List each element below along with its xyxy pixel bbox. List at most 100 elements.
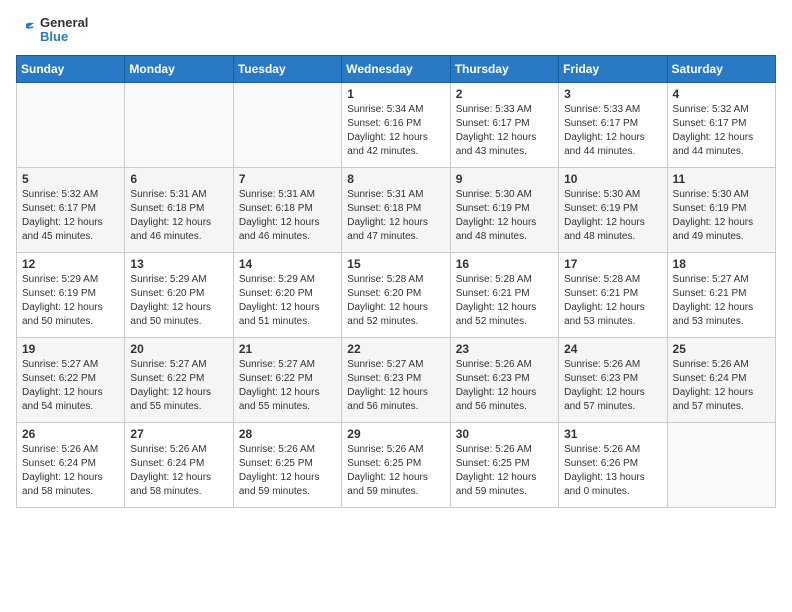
day-info: Sunrise: 5:33 AM Sunset: 6:17 PM Dayligh… (456, 103, 553, 159)
calendar-cell: 28Sunrise: 5:26 AM Sunset: 6:25 PM Dayli… (233, 422, 341, 507)
day-info: Sunrise: 5:34 AM Sunset: 6:16 PM Dayligh… (347, 103, 444, 159)
day-number: 8 (347, 172, 444, 186)
calendar-cell: 1 Sunrise: 5:34 AM Sunset: 6:16 PM Daylig… (342, 82, 450, 167)
calendar-cell: 11 Sunrise: 5:30 AM Sunset: 6:19 PM Dayli… (667, 167, 775, 252)
calendar-week-5: 26 Sunrise: 5:26 AM Sunset: 6:24 PM Dayli… (17, 422, 776, 507)
calendar-header-sunday: Sunday (17, 55, 125, 82)
calendar-cell (17, 82, 125, 167)
day-info: Sunrise: 5:26 AM Sunset: 6:25 PM Dayligh… (347, 443, 444, 499)
calendar-cell: 19Sunrise: 5:27 AM Sunset: 6:22 PM Dayli… (17, 337, 125, 422)
calendar-cell (125, 82, 233, 167)
calendar-cell: 9 Sunrise: 5:30 AM Sunset: 6:19 PM Daylig… (450, 167, 558, 252)
day-number: 22 (347, 342, 444, 356)
day-info: Sunrise: 5:28 AM Sunset: 6:20 PM Dayligh… (347, 273, 444, 329)
day-number: 17 (564, 257, 661, 271)
day-info: Sunrise: 5:29 AM Sunset: 6:19 PM Dayligh… (22, 273, 119, 329)
day-number: 4 (673, 87, 770, 101)
day-number: 20 (130, 342, 227, 356)
calendar-cell: 13Sunrise: 5:29 AM Sunset: 6:20 PM Dayli… (125, 252, 233, 337)
calendar-cell: 5 Sunrise: 5:32 AM Sunset: 6:17 PM Daylig… (17, 167, 125, 252)
day-info: Sunrise: 5:26 AM Sunset: 6:24 PM Dayligh… (673, 358, 770, 414)
day-number: 3 (564, 87, 661, 101)
calendar-cell: 27 Sunrise: 5:26 AM Sunset: 6:24 PM Dayli… (125, 422, 233, 507)
calendar-cell (667, 422, 775, 507)
day-number: 2 (456, 87, 553, 101)
calendar-header-monday: Monday (125, 55, 233, 82)
calendar-header-friday: Friday (559, 55, 667, 82)
calendar-cell: 10Sunrise: 5:30 AM Sunset: 6:19 PM Dayli… (559, 167, 667, 252)
day-number: 5 (22, 172, 119, 186)
logo-bird-icon (16, 20, 36, 40)
day-info: Sunrise: 5:26 AM Sunset: 6:23 PM Dayligh… (456, 358, 553, 414)
calendar-week-4: 19 Sunrise: 5:27 AM Sunset: 6:22 PM Dayli… (17, 337, 776, 422)
day-info: Sunrise: 5:26 AM Sunset: 6:24 PM Dayligh… (22, 443, 119, 499)
calendar-cell: 21 Sunrise: 5:27 AM Sunset: 6:22 PM Dayli… (233, 337, 341, 422)
day-number: 25 (673, 342, 770, 356)
calendar-cell: 20 Sunrise: 5:27 AM Sunset: 6:22 PM Dayli… (125, 337, 233, 422)
calendar-header-tuesday: Tuesday (233, 55, 341, 82)
day-number: 27 (130, 427, 227, 441)
day-number: 9 (456, 172, 553, 186)
day-info: Sunrise: 5:31 AM Sunset: 6:18 PM Dayligh… (239, 188, 336, 244)
day-info: Sunrise: 5:32 AM Sunset: 6:17 PM Dayligh… (22, 188, 119, 244)
calendar-cell: 31 Sunrise: 5:26 AM Sunset: 6:26 PM Dayli… (559, 422, 667, 507)
day-number: 6 (130, 172, 227, 186)
day-number: 24 (564, 342, 661, 356)
day-info: Sunrise: 5:29 AM Sunset: 6:20 PM Dayligh… (130, 273, 227, 329)
day-info: Sunrise: 5:27 AM Sunset: 6:23 PM Dayligh… (347, 358, 444, 414)
day-number: 1 (347, 87, 444, 101)
day-info: Sunrise: 5:32 AM Sunset: 6:17 PM Dayligh… (673, 103, 770, 159)
calendar-cell: 14 Sunrise: 5:29 AM Sunset: 6:20 PM Dayli… (233, 252, 341, 337)
calendar-cell: 29Sunrise: 5:26 AM Sunset: 6:25 PM Dayli… (342, 422, 450, 507)
day-number: 12 (22, 257, 119, 271)
day-info: Sunrise: 5:26 AM Sunset: 6:26 PM Dayligh… (564, 443, 661, 499)
day-info: Sunrise: 5:31 AM Sunset: 6:18 PM Dayligh… (347, 188, 444, 244)
day-info: Sunrise: 5:29 AM Sunset: 6:20 PM Dayligh… (239, 273, 336, 329)
day-info: Sunrise: 5:26 AM Sunset: 6:25 PM Dayligh… (239, 443, 336, 499)
day-number: 15 (347, 257, 444, 271)
calendar-cell: 7Sunrise: 5:31 AM Sunset: 6:18 PM Daylig… (233, 167, 341, 252)
calendar-week-1: 1 Sunrise: 5:34 AM Sunset: 6:16 PM Daylig… (17, 82, 776, 167)
calendar-cell (233, 82, 341, 167)
day-info: Sunrise: 5:30 AM Sunset: 6:19 PM Dayligh… (673, 188, 770, 244)
calendar-cell: 2 Sunrise: 5:33 AM Sunset: 6:17 PM Daylig… (450, 82, 558, 167)
calendar-header-saturday: Saturday (667, 55, 775, 82)
day-info: Sunrise: 5:26 AM Sunset: 6:25 PM Dayligh… (456, 443, 553, 499)
calendar-cell: 18Sunrise: 5:27 AM Sunset: 6:21 PM Dayli… (667, 252, 775, 337)
day-info: Sunrise: 5:27 AM Sunset: 6:21 PM Dayligh… (673, 273, 770, 329)
page-header: General Blue (16, 16, 776, 45)
calendar-cell: 17 Sunrise: 5:28 AM Sunset: 6:21 PM Dayli… (559, 252, 667, 337)
calendar-cell: 15 Sunrise: 5:28 AM Sunset: 6:20 PM Dayli… (342, 252, 450, 337)
day-info: Sunrise: 5:30 AM Sunset: 6:19 PM Dayligh… (564, 188, 661, 244)
day-info: Sunrise: 5:27 AM Sunset: 6:22 PM Dayligh… (130, 358, 227, 414)
day-info: Sunrise: 5:26 AM Sunset: 6:24 PM Dayligh… (130, 443, 227, 499)
day-number: 31 (564, 427, 661, 441)
calendar-cell: 4 Sunrise: 5:32 AM Sunset: 6:17 PM Daylig… (667, 82, 775, 167)
day-number: 19 (22, 342, 119, 356)
calendar-cell: 24 Sunrise: 5:26 AM Sunset: 6:23 PM Dayli… (559, 337, 667, 422)
calendar-cell: 26 Sunrise: 5:26 AM Sunset: 6:24 PM Dayli… (17, 422, 125, 507)
day-info: Sunrise: 5:30 AM Sunset: 6:19 PM Dayligh… (456, 188, 553, 244)
day-info: Sunrise: 5:28 AM Sunset: 6:21 PM Dayligh… (456, 273, 553, 329)
calendar-cell: 25 Sunrise: 5:26 AM Sunset: 6:24 PM Dayli… (667, 337, 775, 422)
calendar-cell: 3 Sunrise: 5:33 AM Sunset: 6:17 PM Daylig… (559, 82, 667, 167)
day-number: 23 (456, 342, 553, 356)
day-number: 11 (673, 172, 770, 186)
day-info: Sunrise: 5:26 AM Sunset: 6:23 PM Dayligh… (564, 358, 661, 414)
calendar-cell: 6Sunrise: 5:31 AM Sunset: 6:18 PM Daylig… (125, 167, 233, 252)
day-info: Sunrise: 5:33 AM Sunset: 6:17 PM Dayligh… (564, 103, 661, 159)
calendar-cell: 12 Sunrise: 5:29 AM Sunset: 6:19 PM Dayli… (17, 252, 125, 337)
calendar-week-3: 12 Sunrise: 5:29 AM Sunset: 6:19 PM Dayli… (17, 252, 776, 337)
day-info: Sunrise: 5:28 AM Sunset: 6:21 PM Dayligh… (564, 273, 661, 329)
day-number: 30 (456, 427, 553, 441)
day-number: 26 (22, 427, 119, 441)
calendar-cell: 16 Sunrise: 5:28 AM Sunset: 6:21 PM Dayli… (450, 252, 558, 337)
calendar-cell: 23 Sunrise: 5:26 AM Sunset: 6:23 PM Dayli… (450, 337, 558, 422)
day-number: 16 (456, 257, 553, 271)
calendar-header-row: SundayMondayTuesdayWednesdayThursdayFrid… (17, 55, 776, 82)
day-number: 14 (239, 257, 336, 271)
day-info: Sunrise: 5:27 AM Sunset: 6:22 PM Dayligh… (239, 358, 336, 414)
calendar-cell: 22 Sunrise: 5:27 AM Sunset: 6:23 PM Dayli… (342, 337, 450, 422)
calendar-header-wednesday: Wednesday (342, 55, 450, 82)
day-number: 21 (239, 342, 336, 356)
